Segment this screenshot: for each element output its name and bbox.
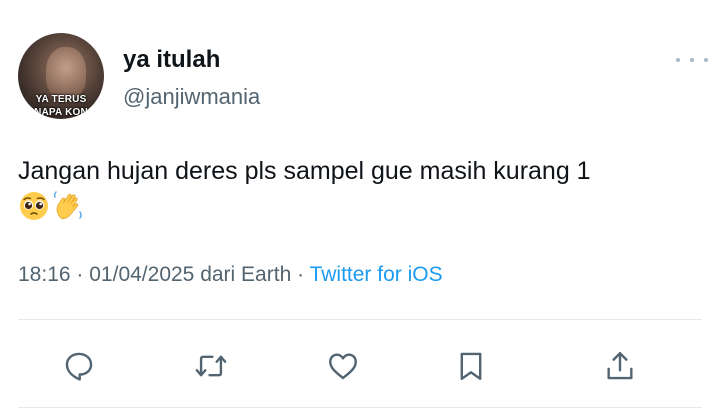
divider [18, 319, 702, 320]
reply-button[interactable] [59, 346, 99, 386]
share-button[interactable] [600, 346, 640, 386]
display-name[interactable]: ya itulah [123, 46, 220, 74]
retweet-icon [195, 355, 227, 377]
tweet-meta: 18:16 · 01/04/2025 dari Earth · Twitter … [18, 263, 443, 287]
tweet-text: Jangan hujan deres pls sampel gue masih … [18, 157, 591, 185]
divider [18, 407, 702, 408]
more-horizontal-icon[interactable] [676, 52, 708, 68]
avatar-caption-line1: YA TERUS [35, 94, 87, 105]
avatar-face [46, 47, 86, 99]
bookmark-button[interactable] [451, 346, 491, 386]
share-icon [607, 352, 633, 380]
tweet-date[interactable]: 01/04/2025 [89, 263, 194, 286]
tweet-source[interactable]: Twitter for iOS [310, 263, 443, 286]
pleading-face-emoji [20, 192, 48, 220]
tweet-location: dari Earth [200, 263, 292, 286]
like-icon [329, 353, 357, 380]
retweet-button[interactable] [191, 346, 231, 386]
waving-hand-emoji [53, 191, 82, 220]
like-button[interactable] [323, 346, 363, 386]
meta-separator: · [76, 263, 84, 286]
bookmark-icon [460, 352, 482, 380]
avatar[interactable]: YA TERUS NAPA KON [18, 33, 104, 119]
tweet-time[interactable]: 18:16 [18, 263, 71, 286]
reply-icon [65, 352, 93, 381]
user-handle[interactable]: @janjiwmania [123, 84, 260, 110]
avatar-caption-line2: NAPA KON [34, 107, 88, 118]
meta-separator: · [297, 263, 305, 286]
emoji-row [18, 190, 84, 222]
